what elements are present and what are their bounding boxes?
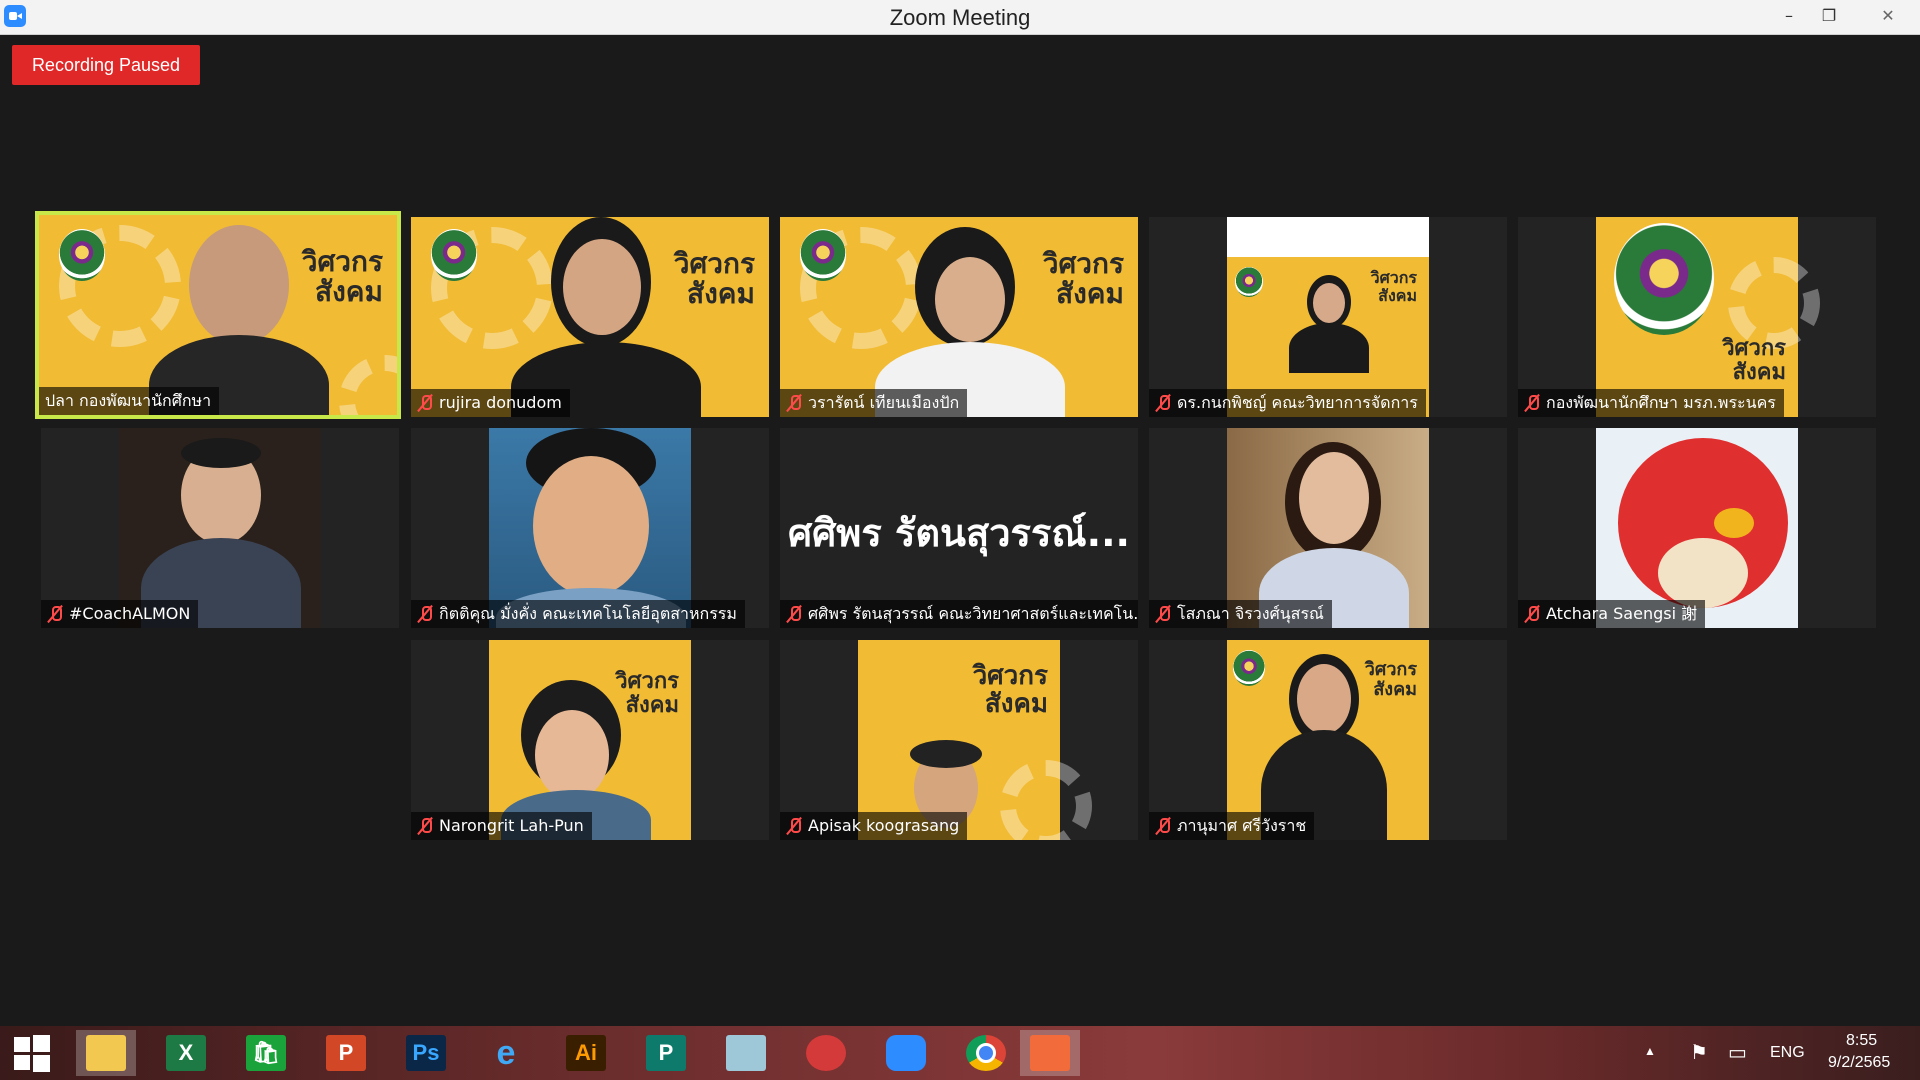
muted-mic-icon (417, 817, 433, 835)
participant-hair (910, 740, 982, 768)
university-seal-icon (1614, 223, 1714, 335)
banner-text: วิศวกร สังคม (1722, 336, 1786, 385)
muted-mic-icon (1524, 394, 1540, 412)
participant-name-label: rujira donudom (411, 389, 570, 417)
angry-bird-belly (1658, 538, 1748, 608)
muted-mic-icon (786, 394, 802, 412)
participant-name-label: ภานุมาศ ศรีวังราช (1149, 812, 1315, 840)
participant-name-label: วรารัตน์ เทียนเมืองปัก (780, 389, 968, 417)
network-icon[interactable]: ▭ (1728, 1040, 1747, 1065)
muted-mic-icon (1155, 394, 1171, 412)
participant-name-label: ปลา กองพัฒนานักศึกษา (39, 387, 220, 415)
participant-name-label: โสภณา จิรวงศ์นุสรณ์ (1149, 600, 1332, 628)
university-seal-icon (1233, 650, 1265, 686)
video-tile[interactable]: ศศิพร รัตนสุวรรณ์... ศศิพร รัตนสุวรรณ์ ค… (780, 428, 1138, 628)
chrome-icon[interactable] (956, 1030, 1016, 1076)
video-tile[interactable]: วิศวกร สังคม rujira donudom (411, 217, 769, 417)
university-seal-icon (800, 229, 846, 281)
illustrator-icon[interactable]: Ai (556, 1030, 616, 1076)
window-title: Zoom Meeting (889, 5, 1031, 30)
muted-mic-icon (1155, 817, 1171, 835)
show-hidden-icons-button[interactable]: ▲ (1644, 1044, 1656, 1058)
participant-body (1289, 323, 1369, 373)
title-bar: Zoom Meeting – ❐ ✕ (0, 0, 1920, 35)
windows-taskbar: X 🛍 P Ps e Ai P ▲ ⚑ ▭ ENG 8:55 9/2/2565 (0, 1026, 1920, 1080)
banner-text: วิศวกร สังคม (673, 247, 755, 310)
video-tile[interactable]: วิศวกร สังคม Apisak koograsang (780, 640, 1138, 840)
restore-button[interactable]: ❐ (1806, 0, 1852, 34)
university-seal-icon (431, 229, 477, 281)
banner-text: วิศวกร สังคม (1042, 247, 1124, 310)
publisher-icon[interactable]: P (636, 1030, 696, 1076)
participant-face (563, 239, 641, 335)
banner-text: วิศวกร สังคม (301, 245, 383, 308)
excel-icon[interactable]: X (156, 1030, 216, 1076)
notepad-icon[interactable] (716, 1030, 776, 1076)
participant-face (935, 257, 1005, 342)
presenter-icon[interactable] (1020, 1030, 1080, 1076)
action-center-flag-icon[interactable]: ⚑ (1690, 1040, 1708, 1065)
participant-face (1297, 664, 1351, 734)
photoshop-icon[interactable]: Ps (396, 1030, 456, 1076)
internet-explorer-icon[interactable]: e (476, 1030, 536, 1076)
participant-face (1299, 452, 1369, 544)
video-tile[interactable]: #CoachALMON (41, 428, 399, 628)
video-tile[interactable]: วิศวกร สังคม กองพัฒนานักศึกษา มรภ.พระนคร (1518, 217, 1876, 417)
participant-name-placeholder: ศศิพร รัตนสุวรรณ์... (788, 511, 1130, 555)
participant-face (535, 710, 609, 800)
angry-bird-beak (1714, 508, 1754, 538)
video-tile[interactable]: กิตติคุณ มั่งคั่ง คณะเทคโนโลยีอุตสาหกรรม (411, 428, 769, 628)
participant-face (533, 456, 649, 596)
participant-name-label: กิตติคุณ มั่งคั่ง คณะเทคโนโลยีอุตสาหกรรม (411, 600, 745, 628)
muted-mic-icon (417, 394, 433, 412)
powerpoint-icon[interactable]: P (316, 1030, 376, 1076)
university-seal-icon (59, 229, 105, 281)
video-tile[interactable]: วิศวกร สังคม วรารัตน์ เทียนเมืองปัก (780, 217, 1138, 417)
participant-name-label: Apisak koograsang (780, 812, 968, 840)
clock-date[interactable]: 9/2/2565 (1828, 1054, 1890, 1072)
muted-mic-icon (786, 817, 802, 835)
muted-mic-icon (417, 605, 433, 623)
participant-face (189, 225, 289, 345)
store-icon[interactable]: 🛍 (236, 1030, 296, 1076)
video-tile[interactable]: วิศวกร สังคม Narongrit Lah-Pun (411, 640, 769, 840)
university-seal-icon (1235, 267, 1263, 297)
video-tile[interactable]: วิศวกร สังคม ปลา กองพัฒนานักศึกษา (35, 211, 401, 419)
banner-text: วิศวกร สังคม (1364, 659, 1417, 700)
participant-hair (181, 438, 261, 468)
zoom-icon[interactable] (876, 1030, 936, 1076)
banner-text: วิศวกร สังคม (615, 669, 679, 718)
start-button[interactable] (2, 1030, 62, 1076)
video-tile[interactable]: Atchara Saengsi 謝 (1518, 428, 1876, 628)
banner-text: วิศวกร สังคม (972, 661, 1048, 719)
video-tile[interactable]: วิศวกร สังคม ดร.กนกพิชญ์ คณะวิทยาการจัดกา… (1149, 217, 1507, 417)
participant-name-label: Narongrit Lah-Pun (411, 812, 592, 840)
file-explorer-icon[interactable] (76, 1030, 136, 1076)
participant-face (1313, 283, 1345, 323)
banner-text: วิศวกร สังคม (1370, 268, 1417, 305)
participant-name-label: ศศิพร รัตนสุวรรณ์ คณะวิทยาศาสตร์และเทคโน… (780, 600, 1138, 628)
participant-name-label: กองพัฒนานักศึกษา มรภ.พระนคร (1518, 389, 1784, 417)
input-language[interactable]: ENG (1770, 1044, 1805, 1062)
participant-name-label: ดร.กนกพิชญ์ คณะวิทยาการจัดการ (1149, 389, 1426, 417)
participant-name-label: Atchara Saengsi 謝 (1518, 600, 1706, 628)
gear-decoration (1000, 760, 1092, 840)
clock-time[interactable]: 8:55 (1846, 1032, 1877, 1050)
windows-logo-icon (14, 1035, 50, 1072)
close-button[interactable]: ✕ (1860, 0, 1916, 34)
participant-name-label: #CoachALMON (41, 600, 199, 628)
video-tile[interactable]: วิศวกร สังคม ภานุมาศ ศรีวังราช (1149, 640, 1507, 840)
recording-paused-badge[interactable]: Recording Paused (12, 45, 200, 85)
video-tile[interactable]: โสภณา จิรวงศ์นุสรณ์ (1149, 428, 1507, 628)
muted-mic-icon (1524, 605, 1540, 623)
muted-mic-icon (1155, 605, 1171, 623)
photoscape-icon[interactable] (796, 1030, 856, 1076)
muted-mic-icon (786, 605, 802, 623)
muted-mic-icon (47, 605, 63, 623)
